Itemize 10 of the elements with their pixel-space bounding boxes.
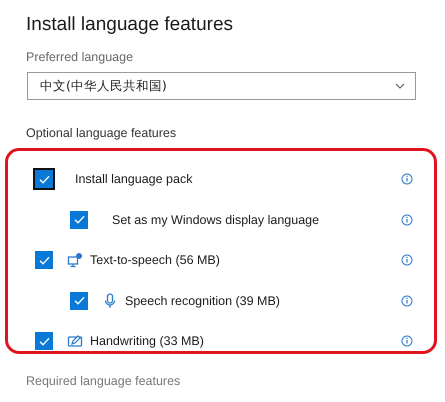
section-heading: Required language features — [26, 374, 182, 388]
checkbox-label: Handwriting (33 MB) — [90, 334, 204, 348]
page-title: Install language features — [26, 13, 234, 37]
checkbox-label: Text-to-speech (56 MB) — [90, 253, 220, 267]
field-label: Preferred language — [26, 49, 134, 66]
checkbox-label: Install language pack — [75, 172, 192, 186]
checkbox-label: Set as my Windows display language — [112, 212, 320, 226]
section-heading: Optional language features — [26, 125, 178, 142]
checkbox-label: Speech recognition (39 MB) — [125, 294, 280, 308]
language-dropdown[interactable]: 中文(中华人民共和国) — [27, 72, 416, 100]
